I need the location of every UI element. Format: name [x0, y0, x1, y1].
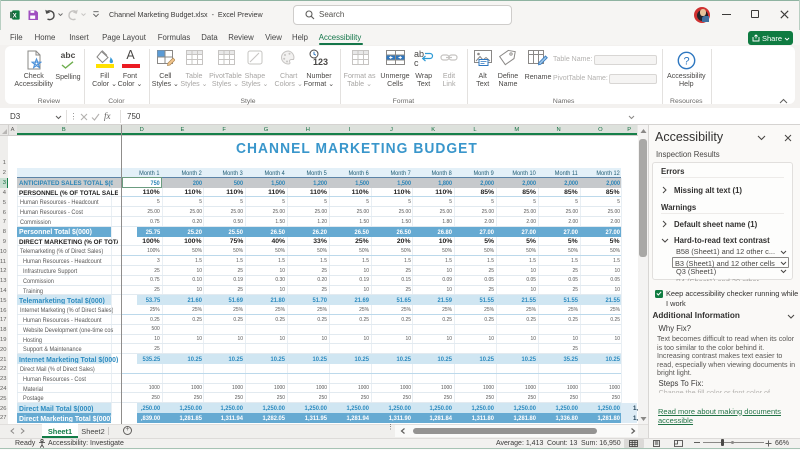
- svg-text:123: 123: [313, 57, 328, 67]
- svg-text:c: c: [414, 58, 419, 67]
- svg-text:X: X: [13, 13, 17, 19]
- svg-text:?: ?: [684, 56, 690, 68]
